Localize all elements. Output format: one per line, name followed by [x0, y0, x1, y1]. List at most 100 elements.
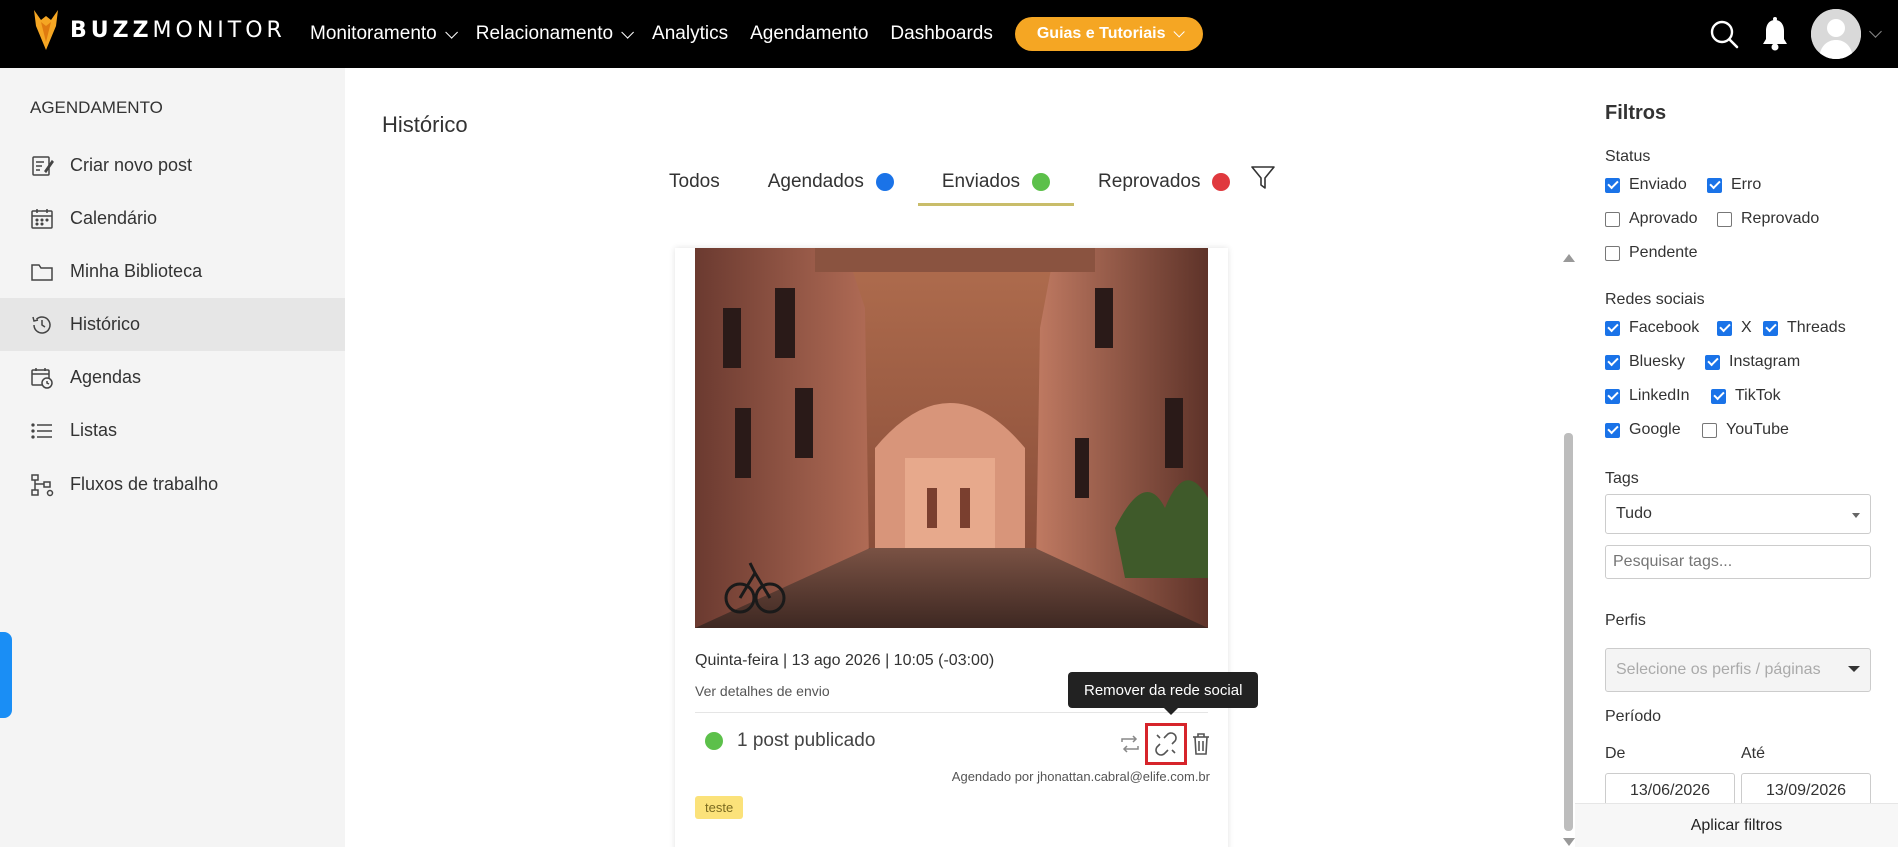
checkbox-box[interactable]: [1707, 177, 1722, 193]
tag-chip[interactable]: teste: [695, 796, 744, 819]
profiles-label: Perfis: [1605, 612, 1646, 629]
checkbox-tiktok[interactable]: TikTok: [1711, 387, 1781, 405]
checkbox-box[interactable]: [1605, 245, 1620, 261]
checkbox-box[interactable]: [1605, 354, 1620, 370]
trash-icon: [1193, 733, 1209, 755]
checkbox-box[interactable]: [1605, 320, 1620, 336]
avatar[interactable]: [1811, 9, 1861, 59]
repost-icon: [1121, 735, 1139, 753]
divider: [695, 712, 1208, 713]
checkbox-erro[interactable]: Erro: [1707, 176, 1761, 194]
from-label: De: [1605, 745, 1626, 762]
publish-status-text: 1 post publicado: [737, 730, 876, 751]
scroll-down-arrow-icon[interactable]: [1563, 838, 1575, 846]
tooltip: Remover da rede social: [1068, 672, 1259, 715]
sidebar-item-listas[interactable]: Listas: [0, 404, 345, 457]
remove-from-network-button[interactable]: [1145, 723, 1187, 765]
checkbox-box[interactable]: [1605, 388, 1620, 404]
guides-button[interactable]: Guias e Tutoriais: [1014, 17, 1204, 51]
side-drawer-handle[interactable]: [0, 632, 12, 718]
checkbox-box[interactable]: [1605, 211, 1620, 227]
scroll-thumb[interactable]: [1564, 433, 1573, 831]
sidebar-item-label: Fluxos de trabalho: [70, 474, 219, 494]
checkbox-box[interactable]: [1605, 422, 1620, 438]
send-details-link[interactable]: Ver detalhes de envio: [695, 683, 830, 699]
fox-logo-icon: [34, 10, 58, 50]
sidebar-item-label: Calendário: [70, 208, 158, 228]
post-card: Quinta-feira | 13 ago 2026 | 10:05 (-03:…: [675, 248, 1228, 847]
checkbox-box[interactable]: [1717, 320, 1732, 336]
folder-icon: [31, 263, 53, 281]
checkbox-box[interactable]: [1763, 320, 1778, 336]
profiles-select[interactable]: Selecione os perfis / páginas: [1605, 648, 1871, 692]
chevron-down-icon[interactable]: [1869, 24, 1882, 38]
delete-button[interactable]: [1192, 733, 1210, 755]
repost-button[interactable]: [1120, 735, 1140, 753]
checkbox-reprovado[interactable]: Reprovado: [1717, 210, 1819, 228]
sidebar-item-label: Minha Biblioteca: [70, 261, 203, 281]
alley-photo-icon: [695, 248, 1208, 628]
calendar-icon: [31, 208, 53, 229]
checkbox-box[interactable]: [1717, 211, 1732, 227]
checkbox-box[interactable]: [1705, 354, 1720, 370]
chevron-down-icon: [621, 25, 635, 39]
bell-icon[interactable]: [1761, 17, 1789, 51]
edit-icon: [32, 155, 54, 176]
brand-wordmark: BUZZMONITOR: [70, 17, 286, 43]
nav-relacionamento[interactable]: Relacionamento: [476, 23, 635, 45]
sidebar-item-agendas[interactable]: Agendas: [0, 351, 345, 404]
apply-filters-button[interactable]: Aplicar filtros: [1575, 803, 1898, 847]
checkbox-box[interactable]: [1605, 177, 1620, 193]
status-tabs: Todos Agendados Enviados Reprovados: [645, 158, 1254, 206]
checkbox-box[interactable]: [1711, 388, 1726, 404]
post-image[interactable]: [695, 248, 1208, 628]
checkbox-x[interactable]: X: [1717, 319, 1752, 337]
tab-enviados[interactable]: Enviados: [917, 158, 1075, 206]
caret-down-icon: [1848, 666, 1860, 672]
search-icon[interactable]: [1709, 19, 1739, 49]
sidebar-item-calendario[interactable]: Calendário: [0, 192, 345, 245]
sidebar-item-fluxos-de-trabalho[interactable]: Fluxos de trabalho: [0, 458, 345, 511]
nav-dashboards[interactable]: Dashboards: [890, 23, 992, 45]
checkbox-linkedin[interactable]: LinkedIn: [1605, 387, 1690, 405]
checkbox-bluesky[interactable]: Bluesky: [1605, 353, 1685, 371]
tab-agendados[interactable]: Agendados: [744, 158, 918, 206]
checkbox-facebook[interactable]: Facebook: [1605, 319, 1699, 337]
tab-reprovados[interactable]: Reprovados: [1074, 158, 1254, 206]
nav-monitoramento[interactable]: Monitoramento: [310, 23, 458, 45]
tab-todos[interactable]: Todos: [645, 158, 744, 206]
sidebar-item-criar-novo-post[interactable]: Criar novo post: [0, 139, 345, 192]
workflow-icon: [31, 473, 54, 496]
nav-analytics[interactable]: Analytics: [652, 23, 728, 45]
tags-search-input[interactable]: [1605, 545, 1871, 579]
checkbox-threads[interactable]: Threads: [1763, 319, 1846, 337]
checkbox-pendente[interactable]: Pendente: [1605, 244, 1698, 262]
checkbox-enviado[interactable]: Enviado: [1605, 176, 1687, 194]
chevron-down-icon: [444, 25, 458, 39]
status-dot-icon: [875, 173, 894, 191]
scroll-up-arrow-icon[interactable]: [1563, 254, 1575, 262]
top-navbar: BUZZMONITOR Monitoramento Relacionamento…: [0, 0, 1898, 68]
post-actions: [1112, 723, 1210, 765]
status-label: Status: [1605, 148, 1651, 165]
brand-logo[interactable]: BUZZMONITOR: [32, 8, 286, 52]
publish-status: 1 post publicado: [705, 730, 875, 752]
chevron-down-icon: [1173, 26, 1186, 38]
scrollbar[interactable]: [1563, 250, 1575, 847]
checkbox-instagram[interactable]: Instagram: [1705, 353, 1800, 371]
nav-agendamento[interactable]: Agendamento: [750, 23, 868, 45]
status-dot-icon: [705, 732, 723, 750]
scheduled-by: Agendado por jhonattan.cabral@elife.com.…: [951, 769, 1210, 784]
checkbox-youtube[interactable]: YouTube: [1702, 421, 1789, 439]
checkbox-box[interactable]: [1702, 422, 1717, 438]
main-nav: Monitoramento Relacionamento Analytics A…: [310, 0, 1204, 68]
sidebar-item-historico[interactable]: Histórico: [0, 298, 345, 351]
status-dot-icon: [1032, 173, 1051, 191]
checkbox-aprovado[interactable]: Aprovado: [1605, 210, 1698, 228]
tags-select[interactable]: Tudo: [1605, 494, 1871, 534]
sidebar-item-minha-biblioteca[interactable]: Minha Biblioteca: [0, 245, 345, 298]
filter-icon[interactable]: [1250, 164, 1276, 192]
checkbox-google[interactable]: Google: [1605, 421, 1681, 439]
sidebar: AGENDAMENTO Criar novo post Calendário M…: [0, 68, 345, 847]
sidebar-title: AGENDAMENTO: [30, 98, 163, 117]
